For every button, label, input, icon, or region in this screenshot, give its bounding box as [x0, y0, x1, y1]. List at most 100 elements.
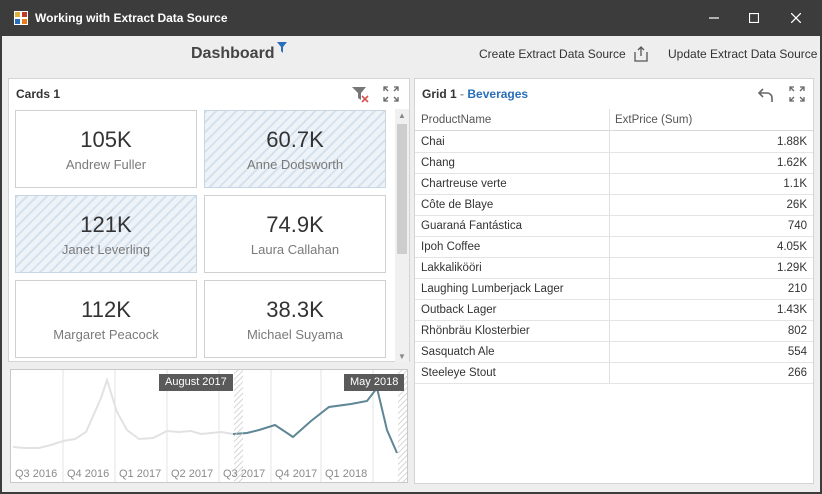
card-name: Anne Dodsworth [246, 157, 344, 172]
cards-panel-title: Cards 1 [16, 87, 61, 101]
maximize-icon [749, 13, 759, 23]
app-icon [14, 11, 28, 25]
title-bar: Working with Extract Data Source [0, 0, 822, 36]
dashboard-surface: Dashboard Create Extract Data Source Upd… [2, 36, 820, 492]
application-window: Working with Extract Data Source Dashboa… [0, 0, 822, 494]
minimize-icon [709, 17, 719, 19]
cards-scrollbar[interactable]: ▲ ▼ [395, 109, 409, 363]
export-icon[interactable] [632, 45, 650, 63]
grid-panel: Grid 1 - Beverages ProductName ExtPrice … [414, 78, 814, 484]
column-header-productname[interactable]: ProductName [421, 114, 491, 126]
table-row[interactable]: Chai 1.88K [415, 132, 813, 153]
ext-price-cell: 1.1K [783, 178, 807, 190]
ext-price-cell: 740 [787, 220, 807, 232]
axis-label: Q3 2016 [15, 468, 58, 480]
table-row[interactable]: Guaraná Fantástica 740 [415, 216, 813, 237]
card-andrew-fuller[interactable]: 105K Andrew Fuller [15, 110, 197, 188]
grid-panel-title: Grid 1 - Beverages [422, 87, 529, 101]
scrollbar-thumb[interactable] [397, 124, 407, 254]
ext-price-cell: 1.88K [776, 136, 807, 148]
create-extract-button[interactable]: Create Extract Data Source [479, 47, 626, 61]
close-icon [791, 13, 801, 23]
range-filter-panel[interactable]: August 2017 May 2018 Q3 2016 Q4 2016 Q1 … [10, 369, 408, 483]
table-row[interactable]: Rhönbräu Klosterbier 802 [415, 321, 813, 342]
axis-label: Q2 2017 [171, 468, 214, 480]
table-row[interactable]: Ipoh Coffee 4.05K [415, 237, 813, 258]
grid-title: Grid 1 [422, 87, 457, 101]
product-name-cell: Chang [421, 157, 455, 169]
maximize-panel-icon[interactable] [382, 85, 400, 103]
window-title: Working with Extract Data Source [35, 11, 228, 25]
card-anne-dodsworth[interactable]: 60.7K Anne Dodsworth [204, 110, 386, 188]
ext-price-cell: 266 [787, 367, 807, 379]
scroll-down-icon[interactable]: ▼ [398, 352, 406, 361]
range-end-label: May 2018 [344, 374, 405, 391]
axis-label: Q3 2017 [223, 468, 266, 480]
clear-filter-icon[interactable] [351, 85, 369, 103]
product-name-cell: Steeleye Stout [421, 367, 496, 379]
ext-price-cell: 1.62K [776, 157, 807, 169]
ext-price-cell: 802 [787, 325, 807, 337]
scroll-up-icon[interactable]: ▲ [398, 111, 406, 120]
card-name: Andrew Fuller [65, 157, 147, 172]
product-name-cell: Laughing Lumberjack Lager [421, 283, 564, 295]
range-start-handle[interactable] [234, 370, 243, 482]
product-name-cell: Chai [421, 136, 445, 148]
ext-price-cell: 554 [787, 346, 807, 358]
maximize-button[interactable] [734, 0, 774, 36]
axis-label: Q4 2016 [67, 468, 110, 480]
card-value: 121K [80, 212, 132, 237]
product-name-cell: Rhönbräu Klosterbier [421, 325, 530, 337]
selected-series-line [232, 385, 398, 454]
card-value: 74.9K [266, 212, 324, 237]
minimize-button[interactable] [694, 0, 734, 36]
card-name: Margaret Peacock [53, 327, 159, 342]
drill-up-icon[interactable] [757, 85, 775, 103]
ext-price-cell: 4.05K [776, 241, 807, 253]
product-name-cell: Lakkalikööri [421, 262, 482, 274]
card-michael-suyama[interactable]: 38.3K Michael Suyama [204, 280, 386, 358]
card-name: Michael Suyama [246, 327, 344, 342]
product-name-cell: Sasquatch Ale [421, 346, 495, 358]
table-row[interactable]: Chang 1.62K [415, 153, 813, 174]
card-laura-callahan[interactable]: 74.9K Laura Callahan [204, 195, 386, 273]
product-name-cell: Chartreuse verte [421, 178, 507, 190]
axis-label: Q4 2017 [275, 468, 318, 480]
card-value: 105K [80, 127, 132, 152]
cards-panel: Cards 1 105K Andrew Fuller 60.7K Anne Do… [8, 78, 410, 363]
card-value: 38.3K [266, 297, 324, 322]
axis-label: Q1 2018 [325, 468, 368, 480]
card-name: Janet Leverling [61, 242, 151, 257]
table-row[interactable]: Outback Lager 1.43K [415, 300, 813, 321]
cards-panel-header: Cards 1 [9, 79, 409, 107]
card-value: 60.7K [266, 127, 324, 152]
table-row[interactable]: Côte de Blaye 26K [415, 195, 813, 216]
card-margaret-peacock[interactable]: 112K Margaret Peacock [15, 280, 197, 358]
table-row[interactable]: Steeleye Stout 266 [415, 363, 813, 384]
product-name-cell: Côte de Blaye [421, 199, 494, 211]
axis-label: Q1 2017 [119, 468, 162, 480]
card-value: 112K [81, 297, 131, 322]
update-extract-button[interactable]: Update Extract Data Source [668, 47, 817, 61]
product-name-cell: Ipoh Coffee [421, 241, 481, 253]
ext-price-cell: 26K [786, 199, 807, 211]
ext-price-cell: 1.29K [776, 262, 807, 274]
ext-price-cell: 1.43K [776, 304, 807, 316]
close-button[interactable] [776, 0, 816, 36]
ext-price-cell: 210 [787, 283, 807, 295]
maximize-panel-icon[interactable] [788, 85, 806, 103]
grid-drilldown-label: Beverages [467, 87, 529, 101]
range-start-label: August 2017 [159, 374, 233, 391]
card-name: Laura Callahan [250, 242, 340, 257]
column-header-extprice[interactable]: ExtPrice (Sum) [615, 114, 692, 126]
filter-icon[interactable] [277, 42, 287, 54]
card-janet-leverling[interactable]: 121K Janet Leverling [15, 195, 197, 273]
table-row[interactable]: Laughing Lumberjack Lager 210 [415, 279, 813, 300]
table-row[interactable]: Sasquatch Ale 554 [415, 342, 813, 363]
dashboard-title: Dashboard [191, 45, 275, 62]
table-row[interactable]: Lakkalikööri 1.29K [415, 258, 813, 279]
product-name-cell: Outback Lager [421, 304, 497, 316]
grid-header-row: ProductName ExtPrice (Sum) [415, 109, 813, 131]
product-name-cell: Guaraná Fantástica [421, 220, 523, 232]
table-row[interactable]: Chartreuse verte 1.1K [415, 174, 813, 195]
